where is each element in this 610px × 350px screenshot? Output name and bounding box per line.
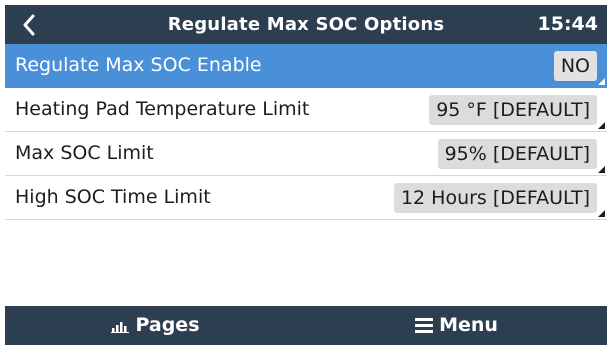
setting-row-regulate-max-soc-enable[interactable]: Regulate Max SOC Enable NO [5, 44, 607, 88]
pages-button[interactable]: Pages [5, 306, 306, 345]
edit-corner-icon [598, 78, 605, 85]
page-title: Regulate Max SOC Options [167, 14, 445, 35]
bar-chart-icon [111, 321, 130, 333]
setting-row-high-soc-time-limit[interactable]: High SOC Time Limit 12 Hours [DEFAULT] [5, 176, 607, 220]
edit-corner-icon [598, 210, 605, 217]
menu-label: Menu [439, 314, 498, 336]
setting-label: Max SOC Limit [15, 142, 154, 164]
setting-label: High SOC Time Limit [15, 186, 211, 208]
hamburger-menu-icon [415, 318, 434, 333]
setting-value: 95 °F [DEFAULT] [429, 95, 597, 125]
edit-corner-icon [598, 122, 605, 129]
setting-value: 12 Hours [DEFAULT] [393, 183, 597, 213]
menu-button[interactable]: Menu [306, 306, 607, 345]
setting-value: NO [553, 51, 597, 81]
setting-label: Regulate Max SOC Enable [15, 54, 262, 76]
edit-corner-icon [598, 166, 605, 173]
setting-row-max-soc-limit[interactable]: Max SOC Limit 95% [DEFAULT] [5, 132, 607, 176]
bottom-bar: Pages Menu [5, 306, 607, 345]
setting-row-heating-pad-temperature-limit[interactable]: Heating Pad Temperature Limit 95 °F [DEF… [5, 88, 607, 132]
clock: 15:44 [537, 13, 598, 35]
settings-list: Regulate Max SOC Enable NO Heating Pad T… [5, 44, 607, 220]
setting-label: Heating Pad Temperature Limit [15, 98, 310, 120]
pages-label: Pages [135, 314, 200, 336]
top-bar: Regulate Max SOC Options 15:44 [5, 5, 607, 44]
setting-value: 95% [DEFAULT] [437, 139, 597, 169]
